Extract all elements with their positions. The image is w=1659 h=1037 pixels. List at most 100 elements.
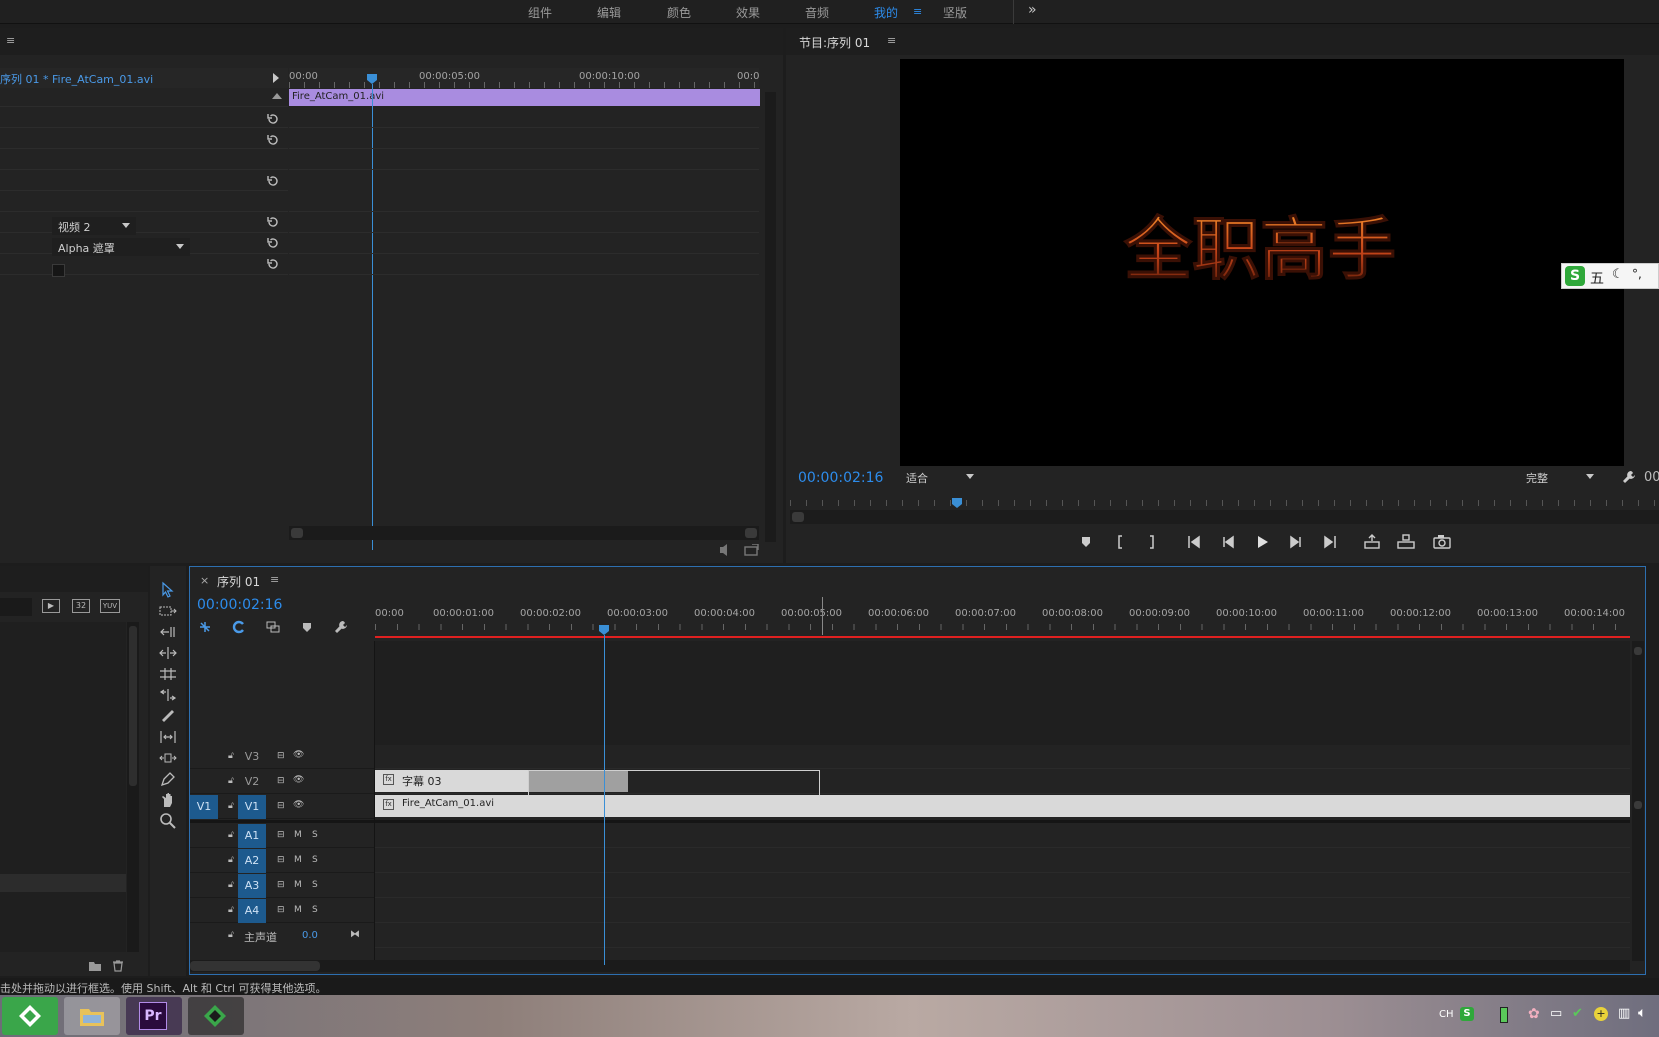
reset-icon[interactable]: [266, 112, 280, 126]
scroll-handle[interactable]: [190, 961, 320, 971]
taskbar-premiere-button[interactable]: Pr: [126, 997, 182, 1035]
collapse-arrow-icon[interactable]: [272, 93, 282, 99]
toggle-sync-icon[interactable]: ⊟: [277, 905, 285, 915]
track-select[interactable]: 视频 2: [52, 217, 136, 235]
mute-button[interactable]: M: [294, 855, 302, 865]
lock-icon[interactable]: 🔓︎: [228, 930, 234, 940]
sogou-tray-icon[interactable]: S: [1460, 1007, 1474, 1021]
trash-icon[interactable]: [112, 960, 124, 972]
timeline-timecode[interactable]: 00:00:02:16: [197, 597, 282, 613]
solo-button[interactable]: S: [312, 830, 318, 840]
scroll-handle[interactable]: [129, 626, 137, 786]
list-item-selected[interactable]: [0, 874, 126, 892]
scroll-handle[interactable]: [1634, 647, 1642, 655]
track-label-a2[interactable]: A2: [238, 849, 266, 873]
slip-tool-icon[interactable]: [159, 728, 177, 746]
scroll-handle[interactable]: [1634, 801, 1642, 809]
scroll-handle[interactable]: [792, 512, 804, 522]
color-swatch[interactable]: [52, 264, 65, 277]
track-label-a3[interactable]: A3: [238, 874, 266, 898]
source-patch-v1[interactable]: V1: [190, 795, 218, 819]
start-button[interactable]: [2, 997, 58, 1035]
lock-icon[interactable]: 🔓︎: [228, 880, 234, 890]
track-select-tool-icon[interactable]: [159, 602, 177, 620]
more-workspaces-icon[interactable]: »: [1028, 2, 1037, 18]
mute-button[interactable]: M: [294, 880, 302, 890]
workspace-tab-effects[interactable]: 效果: [736, 4, 760, 21]
linked-selection-icon[interactable]: [266, 620, 280, 634]
go-to-end-icon[interactable]: ⧓: [350, 929, 360, 940]
track-lane-a4[interactable]: [375, 899, 1630, 923]
ripple-edit-tool-icon[interactable]: [159, 623, 177, 641]
panel-menu-icon[interactable]: ≡: [6, 34, 15, 47]
step-back-icon[interactable]: [1217, 532, 1239, 552]
display-icon[interactable]: ▭: [1550, 1006, 1562, 1021]
scroll-handle[interactable]: [745, 528, 757, 538]
eye-icon[interactable]: 👁︎: [293, 800, 304, 810]
new-bin-icon[interactable]: [88, 960, 102, 972]
track-lane-v2[interactable]: fx 字幕 03 +: [375, 770, 1630, 807]
toggle-sync-icon[interactable]: ⊟: [277, 880, 285, 890]
ripple-delete-tool-icon[interactable]: [159, 686, 177, 704]
panel-menu-icon[interactable]: ≡: [887, 34, 896, 47]
play-audio-icon[interactable]: [718, 544, 734, 556]
mode-select[interactable]: Alpha 遮罩: [52, 238, 190, 256]
workspace-tab-assembly[interactable]: 组件: [528, 4, 552, 21]
export-frame-icon[interactable]: [1431, 532, 1453, 552]
vertical-scrollbar[interactable]: [127, 622, 139, 952]
hand-tool-icon[interactable]: [159, 791, 177, 809]
safe-remove-icon[interactable]: ✔: [1572, 1006, 1583, 1021]
lock-icon[interactable]: 🔓︎: [228, 905, 234, 915]
volume-icon[interactable]: 🔈︎: [1638, 1005, 1646, 1021]
rate-stretch-tool-icon[interactable]: [159, 665, 177, 683]
expand-arrow-icon[interactable]: [273, 73, 279, 83]
zoom-tool-icon[interactable]: [159, 812, 177, 830]
toggle-sync-icon[interactable]: ⊟: [277, 751, 285, 761]
eye-icon[interactable]: 👁︎: [293, 750, 304, 760]
update-icon[interactable]: +: [1594, 1007, 1608, 1021]
playhead-handle[interactable]: [599, 625, 609, 635]
razor-tool-icon[interactable]: [159, 707, 177, 725]
effect-ruler[interactable]: 00:00 00:00:05:00 00:00:10:00 00:0: [289, 68, 759, 88]
taskbar-explorer-button[interactable]: [64, 997, 120, 1035]
lock-icon[interactable]: 🔓︎: [228, 830, 234, 840]
track-lane-a1[interactable]: [375, 824, 1630, 848]
pen-tool-icon[interactable]: [159, 770, 177, 788]
timeline-ruler[interactable]: 00:00 00:00:01:00 00:00:02:00 00:00:03:0…: [375, 603, 1630, 633]
reset-icon[interactable]: [266, 257, 280, 271]
track-label-v1[interactable]: V1: [238, 795, 266, 819]
bit-depth-icon[interactable]: 32: [72, 599, 90, 613]
horizontal-scrollbar[interactable]: [289, 526, 759, 540]
mark-in-icon[interactable]: [1109, 532, 1131, 552]
wrench-icon[interactable]: [1622, 470, 1636, 484]
rolling-edit-tool-icon[interactable]: [159, 644, 177, 662]
step-forward-icon[interactable]: [1285, 532, 1307, 552]
workspace-tab-mine[interactable]: 我的: [874, 4, 898, 21]
track-lane-v1[interactable]: fx Fire_AtCam_01.avi: [375, 795, 1630, 819]
workspace-tab-vertical[interactable]: 坚版: [943, 4, 967, 21]
toggle-sync-icon[interactable]: ⊟: [277, 855, 285, 865]
timeline-settings-wrench-icon[interactable]: [334, 620, 348, 634]
metadata-icon[interactable]: ▶: [42, 599, 60, 613]
track-label-a1[interactable]: A1: [238, 824, 266, 848]
eye-icon[interactable]: 👁︎: [293, 775, 304, 785]
slide-tool-icon[interactable]: [159, 749, 177, 767]
add-marker-icon[interactable]: [300, 620, 314, 634]
workspace-tab-audio[interactable]: 音频: [805, 4, 829, 21]
workspace-tab-editing[interactable]: 编辑: [597, 4, 621, 21]
track-lane-a2[interactable]: [375, 849, 1630, 873]
project-search-field[interactable]: [0, 598, 32, 616]
horizontal-scrollbar[interactable]: [190, 960, 1630, 972]
master-volume-value[interactable]: 0.0: [302, 930, 318, 941]
program-timecode[interactable]: 00:00:02:16: [798, 470, 883, 486]
close-icon[interactable]: ×: [200, 574, 209, 587]
lift-icon[interactable]: [1361, 532, 1383, 552]
mute-button[interactable]: M: [294, 905, 302, 915]
battery-icon[interactable]: [1500, 1007, 1508, 1023]
track-label-v2[interactable]: V2: [238, 770, 266, 794]
toggle-sync-icon[interactable]: ⊟: [277, 776, 285, 786]
lock-icon[interactable]: 🔓︎: [228, 751, 234, 761]
export-icon[interactable]: [744, 544, 760, 556]
track-lane-a3[interactable]: [375, 874, 1630, 898]
lock-icon[interactable]: 🔓︎: [228, 801, 234, 811]
